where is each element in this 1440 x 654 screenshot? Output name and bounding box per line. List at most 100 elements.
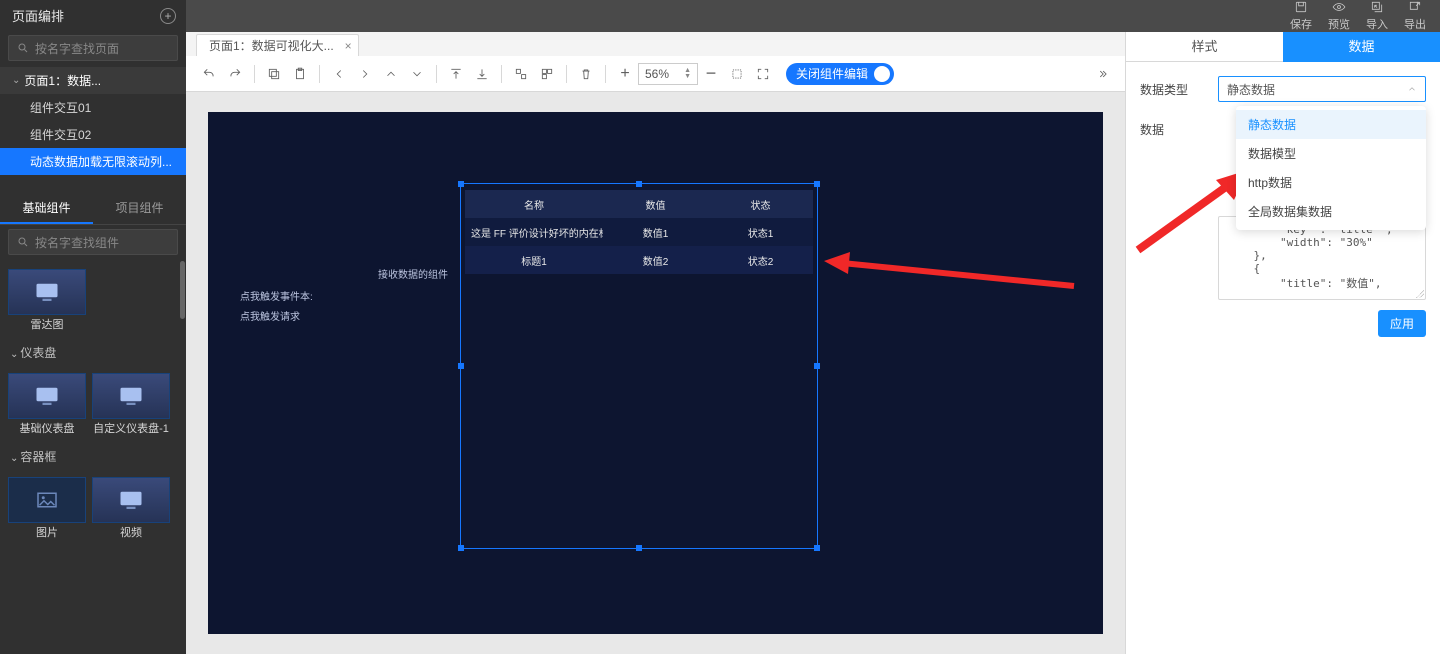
monitor-icon bbox=[32, 280, 62, 304]
fullscreen-button[interactable] bbox=[750, 62, 776, 86]
dropdown-option[interactable]: http数据 bbox=[1236, 168, 1426, 197]
tab-project-components[interactable]: 项目组件 bbox=[93, 193, 186, 224]
page-tab-label: 页面1：数据可视化大... bbox=[209, 37, 334, 54]
add-page-button[interactable]: + bbox=[160, 8, 176, 24]
top-actions: 保存 预览 导入 导出 bbox=[1276, 0, 1440, 32]
align-top-button[interactable] bbox=[443, 62, 469, 86]
apply-button[interactable]: 应用 bbox=[1378, 310, 1426, 337]
table-header-cell: 数值 bbox=[603, 190, 708, 218]
export-icon bbox=[1408, 0, 1422, 14]
annotation-arrow bbox=[1138, 170, 1248, 253]
eye-icon bbox=[1332, 0, 1346, 14]
category-container[interactable]: ⌄容器框 bbox=[0, 444, 186, 469]
tab-data[interactable]: 数据 bbox=[1283, 32, 1440, 62]
monitor-icon bbox=[116, 488, 146, 512]
annotation-arrow bbox=[824, 252, 1074, 295]
close-icon[interactable]: × bbox=[345, 39, 352, 53]
import-button[interactable]: 导入 bbox=[1366, 0, 1388, 32]
data-type-select[interactable]: 静态数据 bbox=[1218, 76, 1426, 102]
tab-style[interactable]: 样式 bbox=[1126, 32, 1283, 62]
resize-handle[interactable] bbox=[636, 545, 642, 551]
arrow-left-button[interactable] bbox=[326, 62, 352, 86]
page-search-input[interactable]: 按名字查找页面 bbox=[8, 35, 178, 61]
more-button[interactable] bbox=[1089, 62, 1115, 86]
sidebar-title: 页面编排 bbox=[12, 6, 64, 25]
left-sidebar: 页面编排 + 按名字查找页面 ⌄ 页面1：数据... 组件交互01 组件交互02… bbox=[0, 0, 186, 654]
import-icon bbox=[1370, 0, 1384, 14]
save-icon bbox=[1294, 0, 1308, 14]
canvas-text: 点我触发请求 bbox=[240, 308, 300, 323]
align-bottom-button[interactable] bbox=[469, 62, 495, 86]
chevron-up-icon bbox=[1407, 84, 1417, 94]
arrow-right-button[interactable] bbox=[352, 62, 378, 86]
scrollbar-thumb[interactable] bbox=[180, 261, 185, 319]
tree-item[interactable]: 组件交互01 bbox=[0, 94, 186, 121]
tree-item[interactable]: 组件交互02 bbox=[0, 121, 186, 148]
data-table: 名称 数值 状态 这是 FF 评价设计好坏的内在标准... 数值1 状态1 标题… bbox=[465, 190, 813, 274]
monitor-icon bbox=[32, 384, 62, 408]
page-tree-label: 页面1：数据... bbox=[24, 72, 101, 89]
resize-handle[interactable] bbox=[814, 181, 820, 187]
table-cell: 数值2 bbox=[603, 246, 708, 274]
page-tab-bar: 页面1：数据可视化大... × bbox=[186, 32, 1125, 56]
ungroup-button[interactable] bbox=[534, 62, 560, 86]
fit-button[interactable] bbox=[724, 62, 750, 86]
arrow-up-button[interactable] bbox=[378, 62, 404, 86]
component-radar[interactable]: 雷达图 bbox=[8, 269, 86, 332]
table-header-cell: 状态 bbox=[708, 190, 813, 218]
redo-button[interactable] bbox=[222, 62, 248, 86]
right-panel: 样式 数据 数据类型 静态数据 数据 "key" . "title" , "wi… bbox=[1125, 32, 1440, 654]
zoom-out-button[interactable]: − bbox=[698, 62, 724, 86]
resize-handle[interactable] bbox=[814, 363, 820, 369]
page-tree-node[interactable]: ⌄ 页面1：数据... bbox=[0, 67, 186, 94]
toggle-label: 关闭组件编辑 bbox=[796, 65, 868, 82]
edit-toggle[interactable]: 关闭组件编辑 bbox=[786, 63, 894, 85]
resize-handle[interactable] bbox=[458, 545, 464, 551]
tree-item-active[interactable]: 动态数据加载无限滚动列... bbox=[0, 148, 186, 175]
component-gauge-custom[interactable]: 自定义仪表盘-1 bbox=[92, 373, 170, 436]
canvas[interactable]: 接收数据的组件 点我触发事件本: 点我触发请求 名称 数值 状态 bbox=[208, 112, 1103, 634]
page-search-placeholder: 按名字查找页面 bbox=[35, 40, 119, 57]
save-button[interactable]: 保存 bbox=[1290, 0, 1312, 32]
toolbar: + 56% ▲▼ − 关闭组件编辑 bbox=[186, 56, 1125, 92]
zoom-value: 56% bbox=[645, 67, 669, 81]
data-type-dropdown: 静态数据 数据模型 http数据 全局数据集数据 bbox=[1236, 106, 1426, 230]
paste-button[interactable] bbox=[287, 62, 313, 86]
zoom-spinner[interactable]: ▲▼ bbox=[684, 68, 691, 80]
search-icon bbox=[17, 236, 29, 248]
selected-component[interactable]: 名称 数值 状态 这是 FF 评价设计好坏的内在标准... 数值1 状态1 标题… bbox=[460, 183, 818, 549]
preview-button[interactable]: 预览 bbox=[1328, 0, 1350, 32]
table-cell: 标题1 bbox=[465, 246, 603, 274]
resize-handle[interactable] bbox=[636, 181, 642, 187]
arrow-down-button[interactable] bbox=[404, 62, 430, 86]
field-label: 数据类型 bbox=[1140, 76, 1218, 102]
dropdown-option[interactable]: 全局数据集数据 bbox=[1236, 197, 1426, 226]
table-cell: 这是 FF 评价设计好坏的内在标准... bbox=[465, 218, 603, 246]
right-tabs: 样式 数据 bbox=[1126, 32, 1440, 62]
category-gauge[interactable]: ⌄仪表盘 bbox=[0, 340, 186, 365]
page-tab[interactable]: 页面1：数据可视化大... × bbox=[196, 34, 359, 56]
component-gauge-basic[interactable]: 基础仪表盘 bbox=[8, 373, 86, 436]
component-search-input[interactable]: 按名字查找组件 bbox=[8, 229, 178, 255]
component-list: 雷达图 ⌄仪表盘 基础仪表盘 自定义仪表盘-1 ⌄容器框 图片 视频 bbox=[0, 261, 186, 654]
table-cell: 状态2 bbox=[708, 246, 813, 274]
table-cell: 状态1 bbox=[708, 218, 813, 246]
resize-handle-icon[interactable] bbox=[1414, 288, 1424, 298]
zoom-input[interactable]: 56% ▲▼ bbox=[638, 63, 698, 85]
export-button[interactable]: 导出 bbox=[1404, 0, 1426, 32]
undo-button[interactable] bbox=[196, 62, 222, 86]
resize-handle[interactable] bbox=[458, 181, 464, 187]
resize-handle[interactable] bbox=[458, 363, 464, 369]
component-image[interactable]: 图片 bbox=[8, 477, 86, 540]
component-video[interactable]: 视频 bbox=[92, 477, 170, 540]
save-label: 保存 bbox=[1290, 16, 1312, 32]
delete-button[interactable] bbox=[573, 62, 599, 86]
zoom-in-button[interactable]: + bbox=[612, 62, 638, 86]
tab-basic-components[interactable]: 基础组件 bbox=[0, 193, 93, 224]
dropdown-option[interactable]: 静态数据 bbox=[1236, 110, 1426, 139]
group-button[interactable] bbox=[508, 62, 534, 86]
copy-button[interactable] bbox=[261, 62, 287, 86]
resize-handle[interactable] bbox=[814, 545, 820, 551]
dropdown-option[interactable]: 数据模型 bbox=[1236, 139, 1426, 168]
toggle-knob bbox=[874, 66, 890, 82]
